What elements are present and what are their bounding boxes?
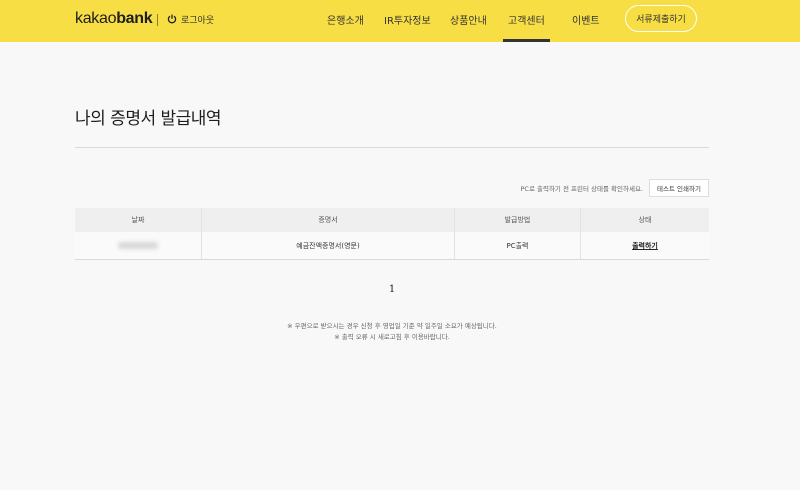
title-divider: [75, 147, 709, 148]
header-method: 발급방법: [455, 208, 581, 232]
logout-label: 로그아웃: [181, 15, 215, 26]
row-date-cell: [75, 232, 202, 259]
submit-documents-button[interactable]: 서류제출하기: [625, 5, 697, 32]
nav-item-events[interactable]: 이벤트: [572, 12, 600, 27]
nav-item-products[interactable]: 상품안내: [450, 12, 487, 27]
footnote-refresh: ※ 출력 오류 시 새로고침 후 이용바랍니다.: [334, 333, 450, 341]
nav-item-customer-center[interactable]: 고객센터: [508, 12, 545, 27]
top-header: kakaobank 로그아웃 은행소개 IR투자정보 상품안내 고객센터 이벤트…: [0, 0, 800, 42]
test-print-button[interactable]: 테스트 인쇄하기: [649, 179, 709, 197]
nav-item-ir[interactable]: IR투자정보: [384, 12, 431, 27]
row-status-cell: 출력하기: [581, 232, 709, 259]
power-icon: [167, 14, 177, 24]
table-row: 예금잔액증명서(영문) PC출력 출력하기: [75, 232, 709, 260]
table-header: 날짜 증명서 발급방법 상태: [75, 208, 709, 232]
header-status: 상태: [638, 216, 652, 224]
header-certificate: 증명서: [202, 208, 455, 232]
header-divider: [157, 14, 158, 26]
page-number[interactable]: 1: [385, 284, 399, 295]
row-method: PC출력: [455, 232, 581, 259]
nav-active-indicator: [503, 39, 550, 42]
printer-notice: PC로 출력하기 전 프린터 상태를 확인하세요.: [520, 185, 643, 193]
logout-button[interactable]: 로그아웃: [167, 12, 214, 26]
nav-item-bank-intro[interactable]: 은행소개: [327, 12, 364, 27]
footnote-mail: ※ 우편으로 받으시는 경우 신청 후 영업일 기준 약 일주일 소요가 예상됩…: [287, 322, 497, 330]
kakaobank-logo[interactable]: kakaobank: [75, 10, 153, 28]
print-link[interactable]: 출력하기: [632, 241, 658, 251]
row-certificate: 예금잔액증명서(영문): [202, 232, 455, 259]
footnotes: ※ 우편으로 받으시는 경우 신청 후 영업일 기준 약 일주일 소요가 예상됩…: [200, 321, 584, 343]
redacted-date: [118, 242, 158, 249]
page-title: 나의 증명서 발급내역: [75, 109, 222, 129]
header-date: 날짜: [75, 208, 202, 232]
